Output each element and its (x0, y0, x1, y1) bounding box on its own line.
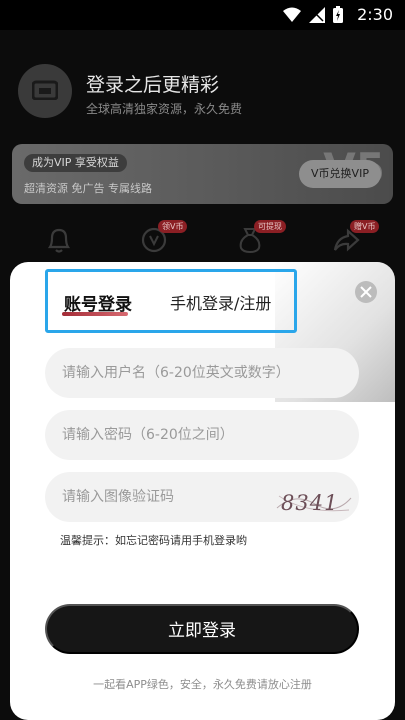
withdraw-action[interactable]: 可提现 (236, 220, 286, 258)
vcoin-badge: 领V币 (158, 220, 188, 233)
status-time: 2:30 (357, 5, 393, 24)
login-submit-button[interactable]: 立即登录 (45, 604, 359, 654)
vip-banner[interactable]: V5 成为VIP 享受权益 超清资源 免广告 专属线路 V币兑换VIP (12, 144, 393, 204)
wifi-icon (283, 7, 301, 27)
login-prompt-title[interactable]: 登录之后更精彩 (86, 70, 219, 97)
notification-action[interactable] (46, 226, 76, 256)
username-input[interactable] (45, 348, 359, 398)
vcoin-icon (140, 227, 168, 258)
password-hint: 温馨提示：如忘记密码请用手机登录哟 (60, 534, 247, 547)
money-bag-icon (236, 228, 264, 258)
battery-icon (333, 6, 343, 27)
vip-tag: 成为VIP 享受权益 (24, 154, 127, 172)
withdraw-badge: 可提现 (254, 220, 286, 233)
login-sheet: 账号登录 手机登录/注册 8341 温馨提示：如忘记密码请用手机登录哟 立即登录… (10, 262, 395, 720)
close-button[interactable] (355, 281, 377, 303)
vip-redeem-button[interactable]: V币兑换VIP (299, 160, 381, 188)
share-action[interactable]: 赠V币 (332, 220, 380, 258)
quick-actions-row: 领V币 可提现 赠V币 (0, 220, 405, 262)
password-input[interactable] (45, 410, 359, 460)
tab-phone-login[interactable]: 手机登录/注册 (170, 290, 271, 314)
footer-note: 一起看APP绿色，安全，永久免费请放心注册 (93, 678, 312, 691)
captcha-image[interactable]: 8341 (275, 484, 353, 520)
close-icon (360, 283, 372, 302)
captcha-text: 8341 (281, 491, 338, 515)
bell-icon (46, 228, 72, 258)
vcoin-action[interactable]: 领V币 (140, 220, 188, 258)
share-badge: 赠V币 (350, 220, 380, 233)
share-icon (332, 228, 360, 258)
tab-active-indicator (62, 312, 128, 316)
status-bar: 2:30 (0, 0, 405, 30)
vip-perks: 超清资源 免广告 专属线路 (24, 182, 152, 195)
avatar[interactable] (18, 64, 72, 118)
login-prompt-subtitle: 全球高清独家资源，永久免费 (86, 102, 243, 116)
status-icons (283, 6, 343, 27)
tv-icon (31, 78, 59, 104)
signal-icon (309, 6, 325, 27)
